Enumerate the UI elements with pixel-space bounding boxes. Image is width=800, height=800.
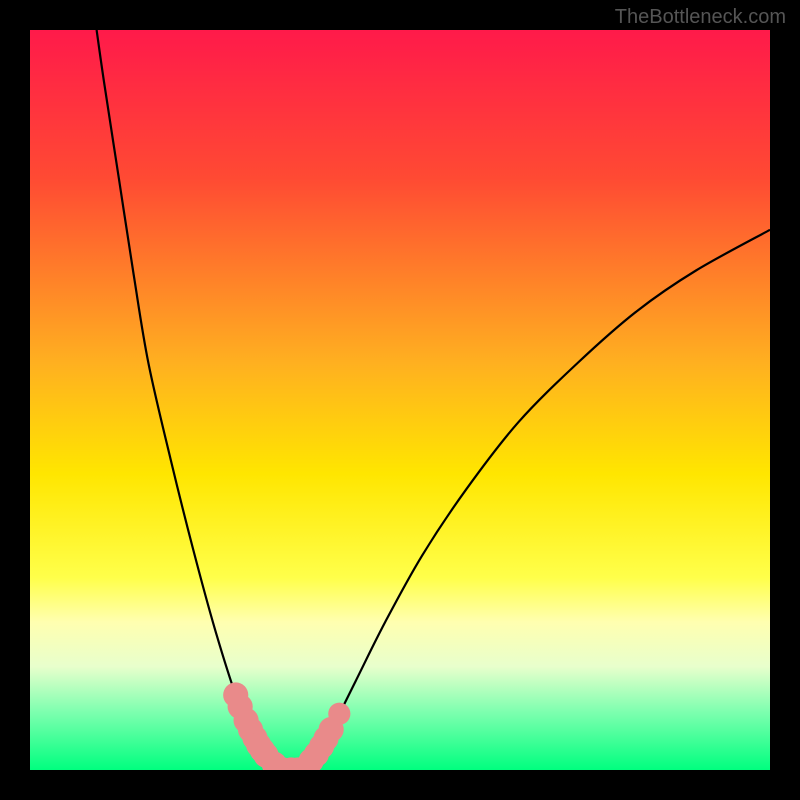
chart-container [30,30,770,770]
curve-marker [328,703,350,725]
chart-background [30,30,770,770]
chart-svg [30,30,770,770]
watermark-label: TheBottleneck.com [615,6,786,29]
